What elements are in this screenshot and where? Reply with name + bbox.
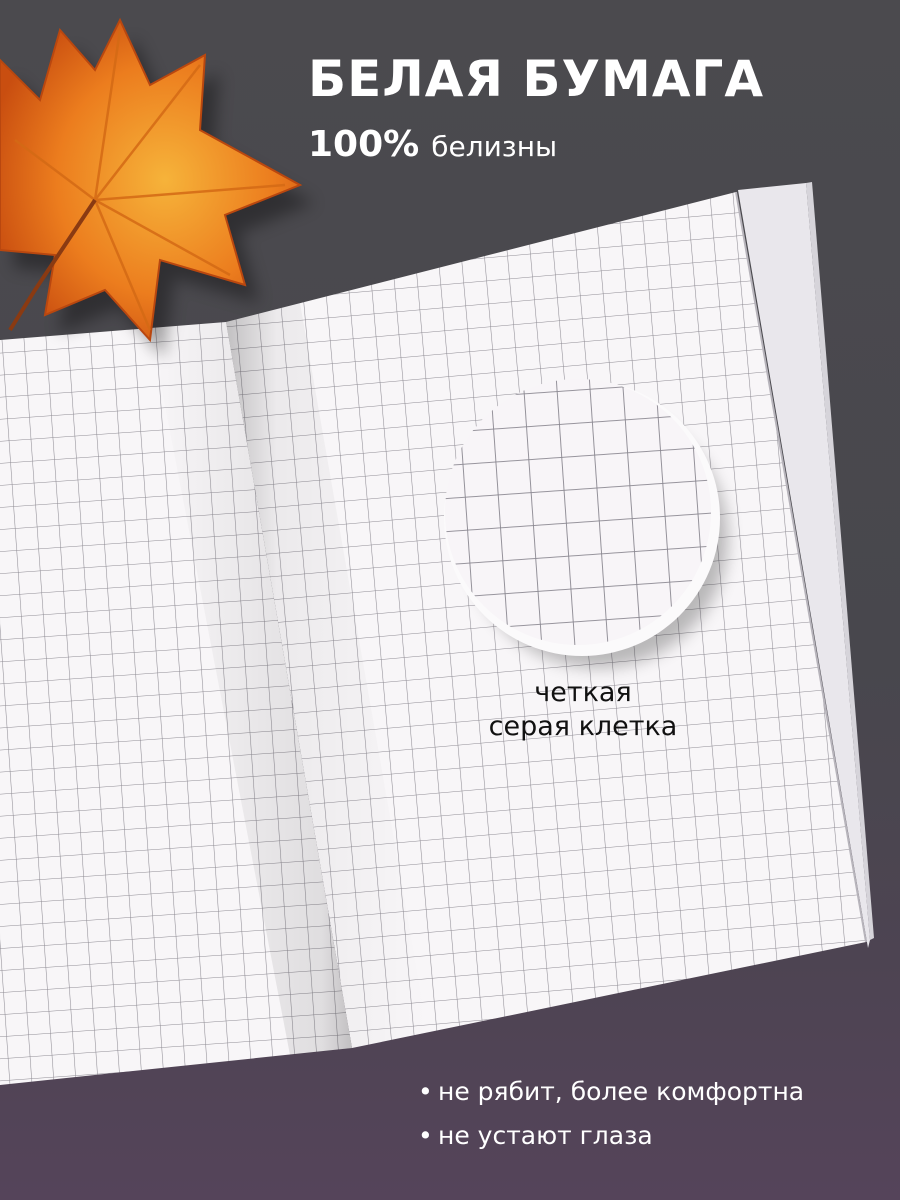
loupe-caption: четкая серая клетка bbox=[458, 676, 708, 744]
notebook-scene bbox=[0, 17, 874, 1085]
loupe-zoomed-grid bbox=[445, 379, 711, 645]
benefit-item: • не рябит, более комфортна bbox=[418, 1070, 804, 1114]
benefit-text: не рябит, более комфортна bbox=[438, 1077, 805, 1106]
bullet-icon: • bbox=[418, 1077, 433, 1106]
page-title: БЕЛАЯ БУМАГА bbox=[308, 50, 765, 108]
benefit-item: • не устают глаза bbox=[418, 1114, 804, 1158]
benefit-text: не устают глаза bbox=[438, 1121, 653, 1150]
maple-leaf-image bbox=[0, 17, 314, 358]
whiteness-subtitle: 100% белизны bbox=[308, 124, 557, 165]
whiteness-percent: 100% bbox=[308, 124, 420, 165]
loupe-caption-line1: четкая bbox=[534, 677, 632, 708]
whiteness-label: белизны bbox=[431, 130, 558, 163]
benefits-list: • не рябит, более комфортна • не устают гл… bbox=[418, 1070, 804, 1158]
loupe-caption-line2: серая клетка bbox=[488, 711, 678, 742]
bullet-icon: • bbox=[418, 1121, 433, 1150]
